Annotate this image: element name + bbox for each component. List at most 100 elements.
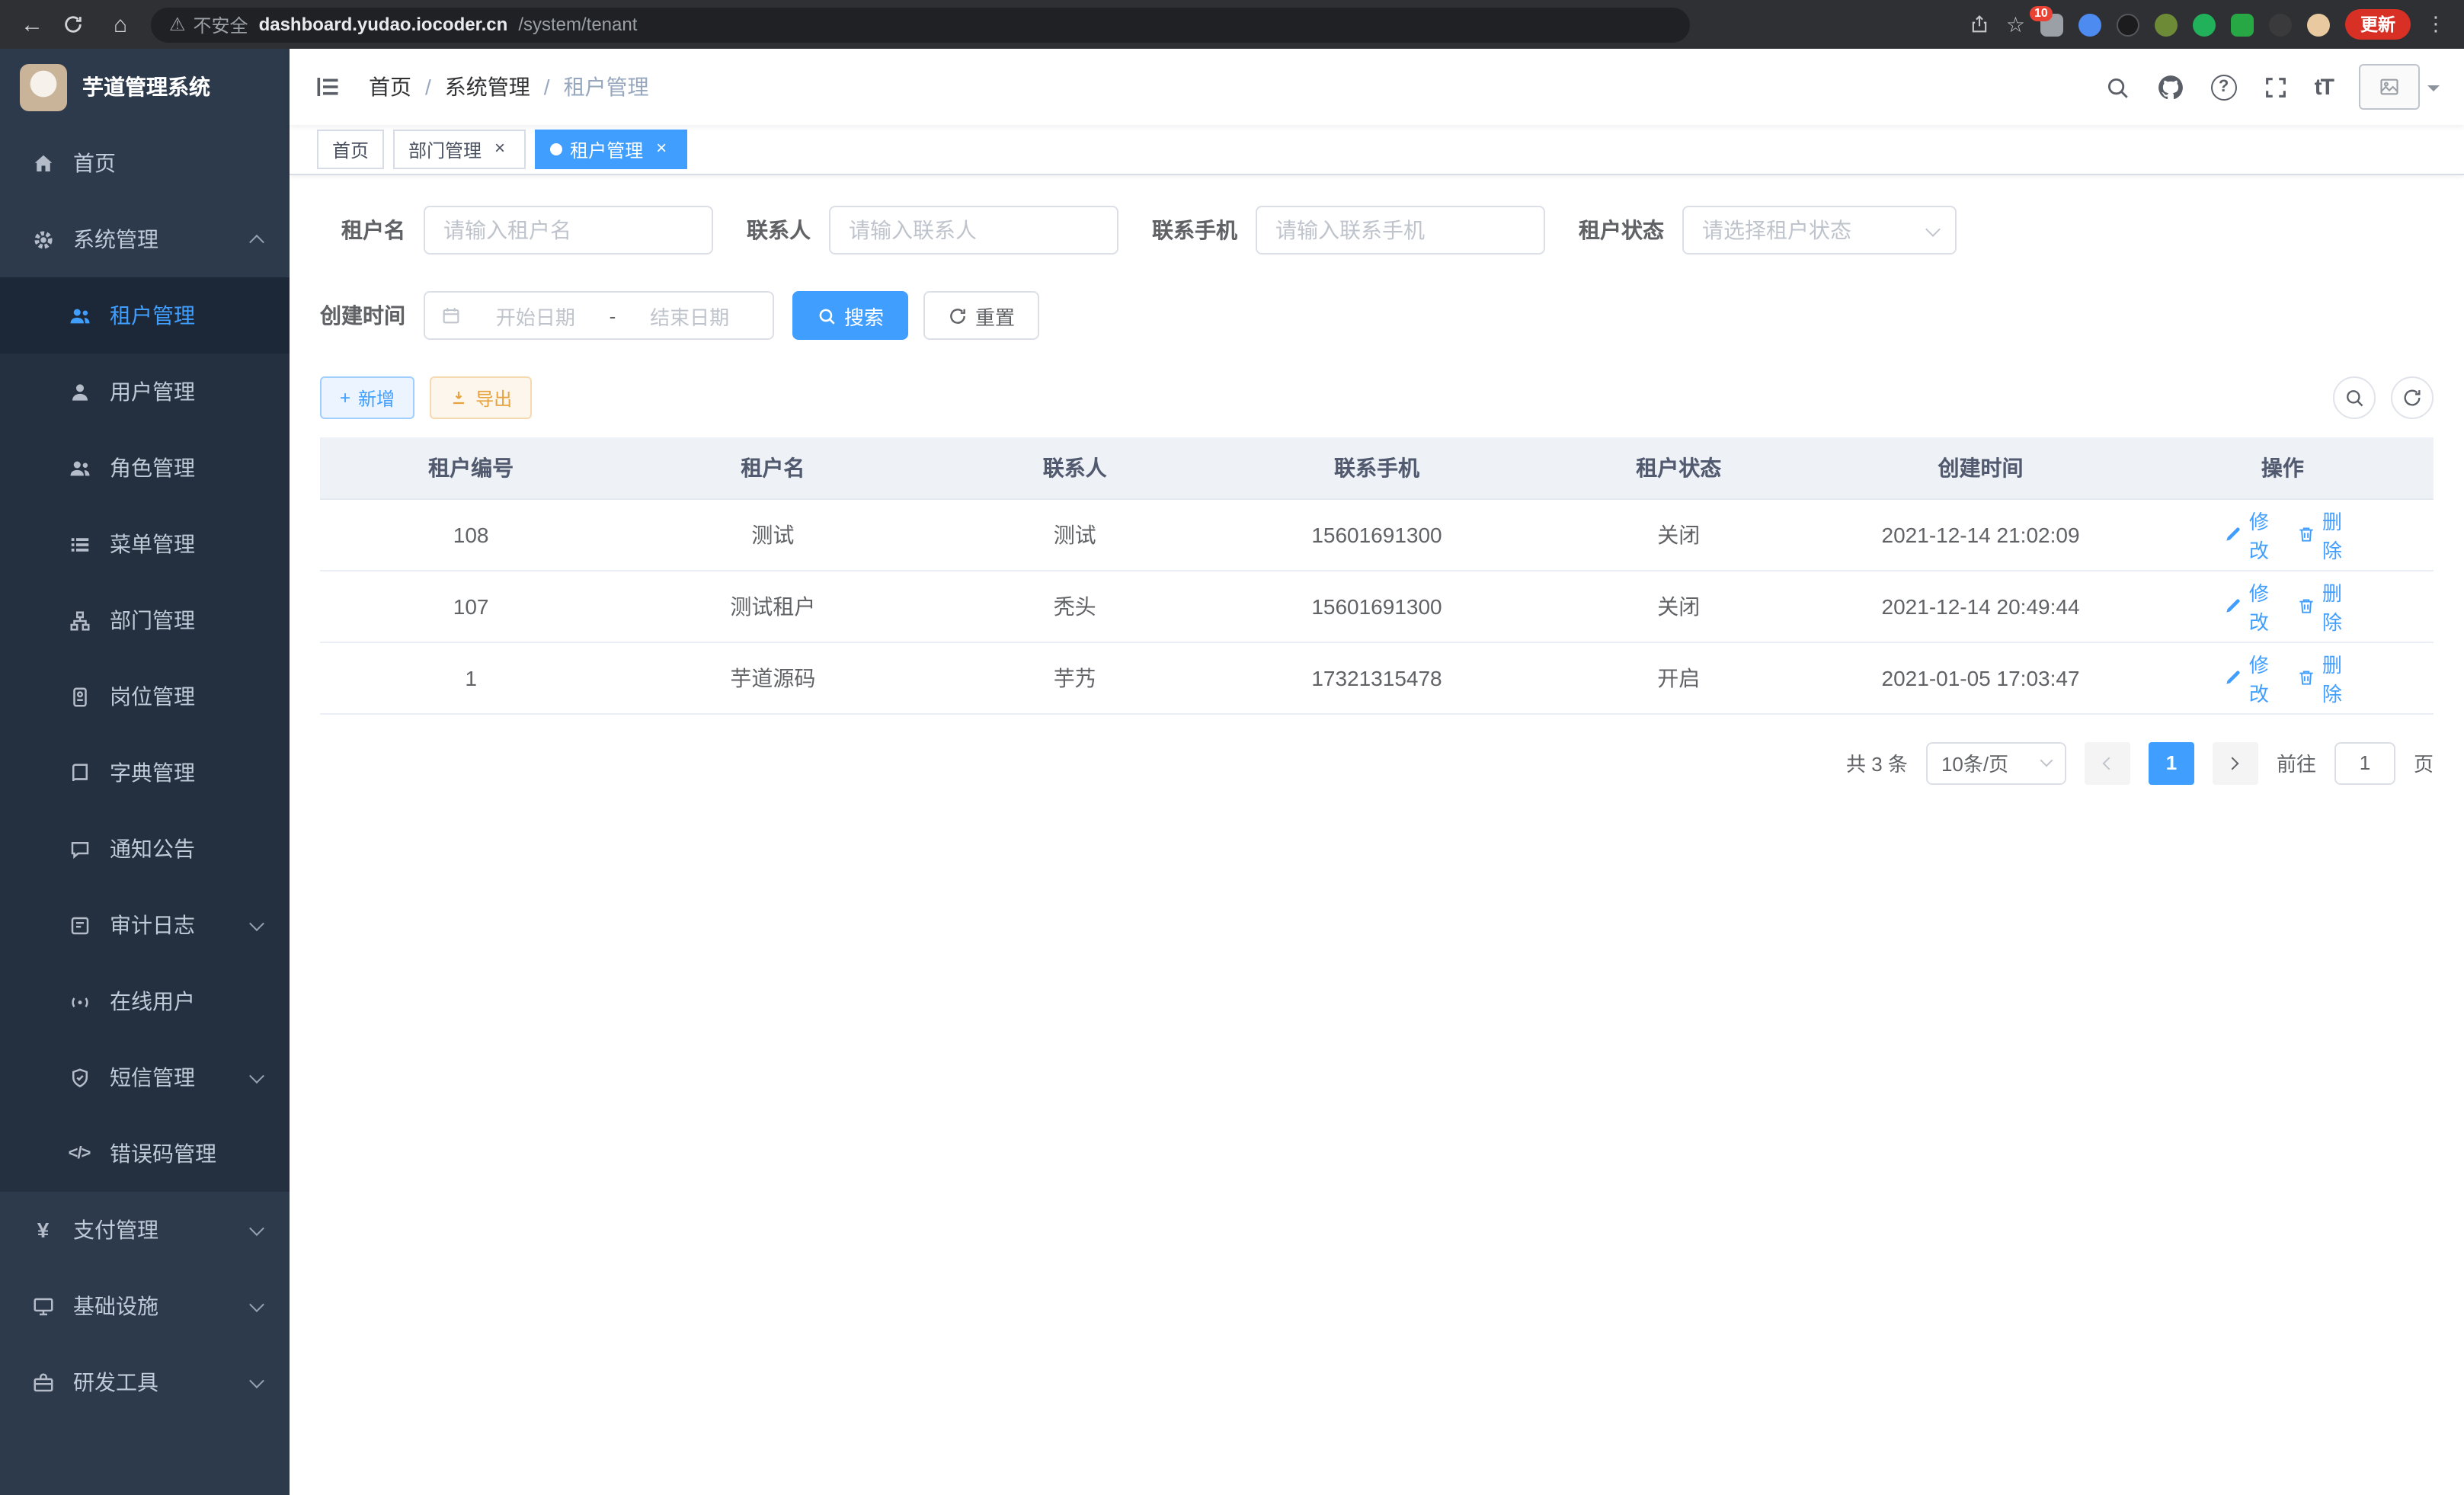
search-icon[interactable] <box>2104 74 2130 100</box>
tab-label: 首页 <box>332 136 369 162</box>
delete-link[interactable]: 删除 <box>2296 577 2342 635</box>
sidebar-item-error-code[interactable]: </> 错误码管理 <box>0 1116 290 1192</box>
extension-icon[interactable] <box>2193 13 2216 36</box>
breadcrumb-current: 租户管理 <box>564 72 649 102</box>
sidebar-item-user[interactable]: 用户管理 <box>0 354 290 430</box>
sidebar-item-tenant[interactable]: 租户管理 <box>0 277 290 354</box>
delete-link[interactable]: 删除 <box>2296 505 2342 563</box>
tenant-name-label: 租户名 <box>320 215 405 245</box>
chevron-down-icon <box>249 1372 264 1388</box>
close-icon[interactable]: × <box>651 139 672 160</box>
user-icon <box>67 379 91 404</box>
bookmark-star-icon[interactable]: ☆ <box>2006 11 2025 37</box>
sidebar-item-menu[interactable]: 菜单管理 <box>0 506 290 582</box>
app-frame: 芋道管理系统 首页 系统管理 <box>0 49 2464 1495</box>
sidebar-item-notice[interactable]: 通知公告 <box>0 811 290 887</box>
edit-link[interactable]: 修改 <box>2223 648 2269 706</box>
top-navbar: 首页 / 系统管理 / 租户管理 ? <box>290 49 2464 125</box>
page-number-1[interactable]: 1 <box>2149 741 2194 784</box>
sidebar-item-audit-log[interactable]: 审计日志 <box>0 887 290 963</box>
sidebar-item-payment[interactable]: ¥ 支付管理 <box>0 1192 290 1268</box>
refresh-table-icon[interactable] <box>2391 376 2434 419</box>
page-size-select[interactable]: 10条/页 <box>1926 741 2066 784</box>
status-select[interactable]: 请选择租户状态 <box>1682 206 1957 255</box>
infrastructure-icon <box>30 1294 55 1318</box>
page-content: 租户名 联系人 联系手机 租户状态 请选择租户状态 <box>290 175 2464 1495</box>
edit-link[interactable]: 修改 <box>2223 577 2269 635</box>
github-icon[interactable] <box>2156 72 2185 101</box>
extension-icon[interactable] <box>2117 13 2139 36</box>
extension-icon[interactable] <box>2269 13 2292 36</box>
pagination-total: 共 3 条 <box>1846 748 1908 777</box>
browser-refresh-icon[interactable] <box>62 14 90 35</box>
edit-link[interactable]: 修改 <box>2223 505 2269 563</box>
date-range-picker[interactable]: 开始日期 - 结束日期 <box>424 291 774 340</box>
sidebar-item-dict[interactable]: 字典管理 <box>0 735 290 811</box>
search-button[interactable]: 搜索 <box>792 291 908 340</box>
sidebar-item-online-users[interactable]: 在线用户 <box>0 963 290 1039</box>
sidebar-item-dev-tools[interactable]: 研发工具 <box>0 1344 290 1420</box>
extension-icon[interactable] <box>2078 13 2101 36</box>
contact-label: 联系人 <box>747 215 811 245</box>
sidebar-item-dept[interactable]: 部门管理 <box>0 582 290 658</box>
sidebar-item-role[interactable]: 角色管理 <box>0 430 290 506</box>
help-icon[interactable]: ? <box>2211 74 2237 100</box>
cell-contact: 秃头 <box>924 570 1226 642</box>
url-path: /system/tenant <box>518 14 637 35</box>
delete-link[interactable]: 删除 <box>2296 648 2342 706</box>
export-button[interactable]: 导出 <box>430 376 532 419</box>
sidebar-item-home[interactable]: 首页 <box>0 125 290 201</box>
status-select-placeholder: 请选择租户状态 <box>1682 206 1957 255</box>
browser-home-icon[interactable]: ⌂ <box>107 13 134 36</box>
security-status[interactable]: ⚠ 不安全 <box>169 11 248 37</box>
browser-back-icon[interactable]: ← <box>18 13 46 36</box>
tenant-name-input[interactable] <box>424 206 713 255</box>
fullscreen-icon[interactable] <box>2263 74 2289 100</box>
breadcrumb-system[interactable]: 系统管理 <box>445 72 530 102</box>
search-toggle-icon[interactable] <box>2333 376 2376 419</box>
font-size-icon[interactable]: tT <box>2315 74 2333 100</box>
address-bar[interactable]: ⚠ 不安全 dashboard.yudao.iocoder.cn /system… <box>151 7 1690 42</box>
tab-label: 部门管理 <box>408 136 482 162</box>
sidebar-item-post[interactable]: 岗位管理 <box>0 658 290 735</box>
column-header: 创建时间 <box>1829 437 2131 498</box>
navbar-actions: ? tT <box>2104 64 2440 110</box>
chrome-update-button[interactable]: 更新 <box>2345 9 2411 40</box>
next-page-button[interactable] <box>2213 741 2258 784</box>
cell-tenant-name: 测试租户 <box>622 570 923 642</box>
online-users-icon <box>67 989 91 1013</box>
profile-avatar[interactable] <box>2307 13 2330 36</box>
sidebar-item-label: 租户管理 <box>110 300 195 331</box>
user-avatar-menu[interactable] <box>2359 64 2440 110</box>
breadcrumb-separator: / <box>544 75 550 99</box>
sidebar-fold-icon[interactable] <box>314 73 341 101</box>
app-logo[interactable]: 芋道管理系统 <box>0 49 290 125</box>
contact-input[interactable] <box>829 206 1118 255</box>
tags-view: 首页 部门管理 × 租户管理 × <box>290 125 2464 175</box>
breadcrumb-home[interactable]: 首页 <box>369 72 411 102</box>
share-icon[interactable] <box>1970 14 1991 35</box>
cell-contact: 测试 <box>924 498 1226 570</box>
warning-icon: ⚠ <box>169 14 186 35</box>
extension-icon[interactable] <box>2155 13 2178 36</box>
extension-icon[interactable] <box>2231 13 2254 36</box>
goto-page-input[interactable] <box>2334 741 2395 784</box>
tab-home[interactable]: 首页 <box>317 130 384 169</box>
prev-page-button[interactable] <box>2085 741 2130 784</box>
close-icon[interactable]: × <box>489 139 510 160</box>
phone-input[interactable] <box>1256 206 1545 255</box>
avatar-broken-image-icon <box>2359 64 2420 110</box>
tab-tenant[interactable]: 租户管理 × <box>535 130 687 169</box>
reset-button[interactable]: 重置 <box>923 291 1039 340</box>
sidebar-item-system[interactable]: 系统管理 <box>0 201 290 277</box>
tab-dept[interactable]: 部门管理 × <box>393 130 526 169</box>
sidebar-item-label: 错误码管理 <box>110 1138 216 1169</box>
cell-status: 关闭 <box>1528 570 1829 642</box>
sidebar-item-sms[interactable]: 短信管理 <box>0 1039 290 1116</box>
extension-icon[interactable]: 10 <box>2040 13 2063 36</box>
sidebar-item-infrastructure[interactable]: 基础设施 <box>0 1268 290 1344</box>
add-button[interactable]: + 新增 <box>320 376 414 419</box>
browser-menu-icon[interactable]: ⋮ <box>2426 12 2446 37</box>
gear-icon <box>30 227 55 251</box>
sidebar-item-label: 系统管理 <box>73 224 158 255</box>
